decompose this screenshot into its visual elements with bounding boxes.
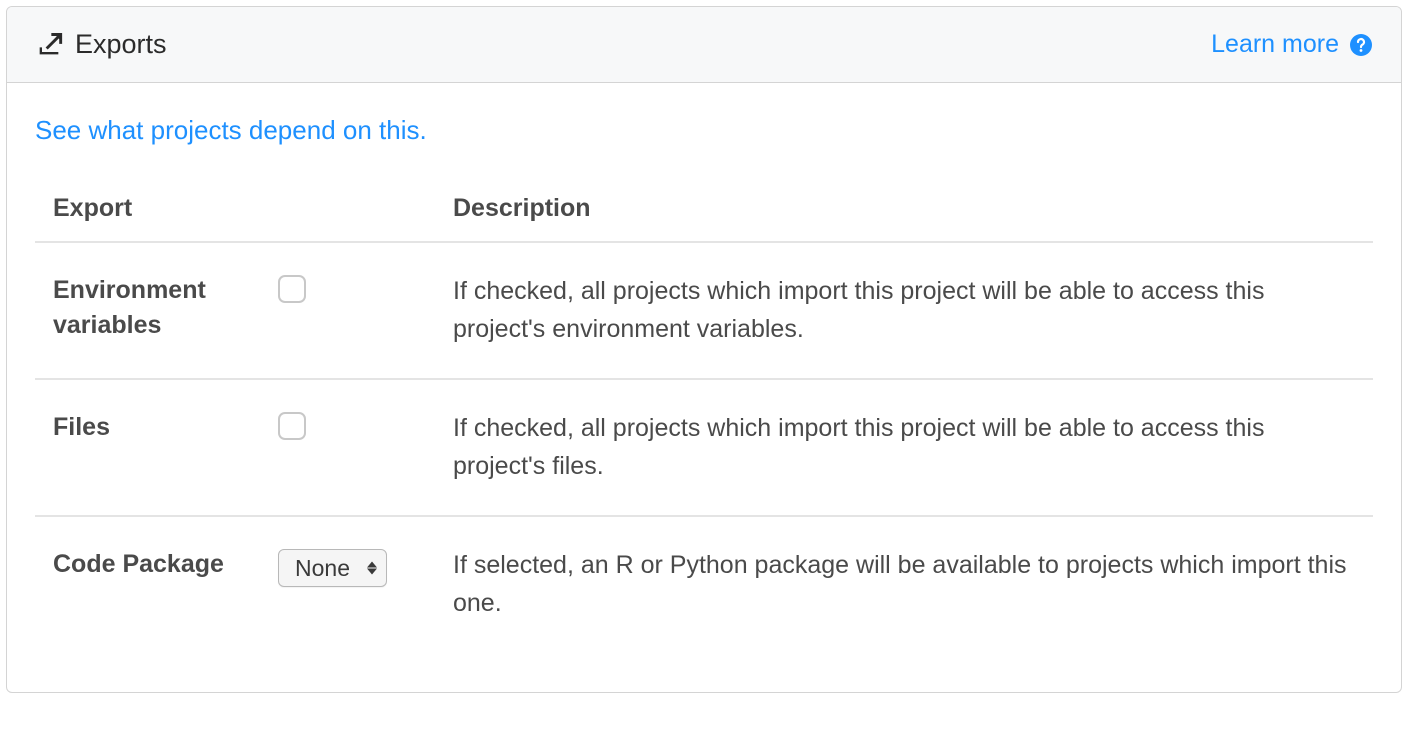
export-icon xyxy=(35,31,63,59)
row-control xyxy=(278,410,453,485)
table-row: Files If checked, all projects which imp… xyxy=(35,380,1373,517)
table-header: Export Description xyxy=(35,194,1373,243)
row-control: None xyxy=(278,547,453,622)
row-label-files: Files xyxy=(53,410,278,485)
depends-link[interactable]: See what projects depend on this. xyxy=(35,115,427,146)
select-wrapper: None xyxy=(278,549,387,587)
exports-panel: Exports Learn more See what projects dep… xyxy=(6,6,1402,693)
panel-header: Exports Learn more xyxy=(7,7,1401,83)
exports-table: Export Description Environment variables… xyxy=(35,194,1373,652)
panel-title: Exports xyxy=(75,29,167,60)
column-header-export: Export xyxy=(53,194,278,223)
learn-more-label: Learn more xyxy=(1211,30,1339,59)
row-label-code-package: Code Package xyxy=(53,547,278,622)
column-header-control-spacer xyxy=(278,194,453,223)
table-row: Environment variables If checked, all pr… xyxy=(35,243,1373,380)
table-row: Code Package None If selected, an R or P… xyxy=(35,517,1373,652)
row-control xyxy=(278,273,453,348)
help-icon xyxy=(1349,33,1373,57)
environment-variables-checkbox[interactable] xyxy=(278,275,306,303)
files-checkbox[interactable] xyxy=(278,412,306,440)
row-label-environment-variables: Environment variables xyxy=(53,273,278,348)
code-package-select[interactable]: None xyxy=(278,549,387,587)
row-description: If checked, all projects which import th… xyxy=(453,410,1355,485)
column-header-description: Description xyxy=(453,194,1355,223)
learn-more-link[interactable]: Learn more xyxy=(1211,30,1373,59)
row-description: If checked, all projects which import th… xyxy=(453,273,1355,348)
panel-body: See what projects depend on this. Export… xyxy=(7,83,1401,692)
row-description: If selected, an R or Python package will… xyxy=(453,547,1355,622)
header-left-group: Exports xyxy=(35,29,167,60)
